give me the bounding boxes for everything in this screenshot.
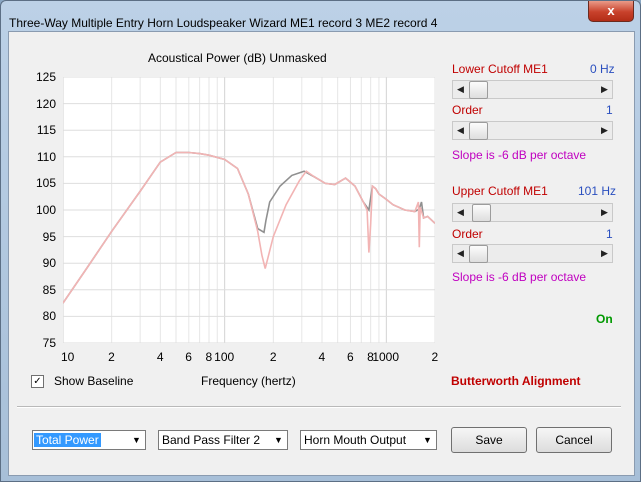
chevron-down-icon[interactable]: ▼	[420, 432, 435, 448]
lower-cutoff-slider[interactable]: ◀ ▶	[452, 80, 613, 99]
lower-cutoff-value: 0 Hz	[590, 62, 615, 76]
save-button[interactable]: Save	[451, 427, 527, 453]
scroll-right-icon[interactable]: ▶	[597, 122, 612, 139]
scroll-left-icon[interactable]: ◀	[453, 245, 468, 262]
alignment-label: Butterworth Alignment	[451, 374, 581, 388]
scroll-left-icon[interactable]: ◀	[453, 81, 468, 98]
x-tick-label: 8	[205, 350, 213, 364]
show-baseline-checkbox[interactable]: ✓	[31, 375, 44, 388]
y-tick-label: 95	[42, 229, 56, 244]
filter-select[interactable]: Band Pass Filter 2 ▼	[158, 430, 288, 450]
slider-thumb[interactable]	[469, 81, 488, 99]
y-tick-label: 105	[35, 176, 56, 191]
x-tick-label: 6	[185, 350, 192, 364]
power-select[interactable]: Total Power ▼	[32, 430, 146, 450]
status-on: On	[596, 312, 613, 326]
x-tick-label: 2	[108, 350, 115, 364]
title-bar[interactable]: Three-Way Multiple Entry Horn Loudspeake…	[1, 1, 640, 31]
y-tick-label: 120	[35, 96, 56, 111]
slider-thumb[interactable]	[469, 245, 488, 263]
upper-order-value: 1	[606, 227, 613, 241]
x-tick-label: 10	[61, 350, 75, 364]
chart-title: Acoustical Power (dB) Unmasked	[148, 51, 327, 65]
power-select-value: Total Power	[34, 433, 101, 447]
y-tick-label: 100	[35, 203, 56, 217]
y-tick-label: 75	[42, 336, 56, 350]
close-icon: x	[607, 3, 615, 18]
scroll-right-icon[interactable]: ▶	[597, 81, 612, 98]
cancel-button[interactable]: Cancel	[536, 427, 612, 453]
chevron-down-icon[interactable]: ▼	[129, 432, 144, 448]
y-tick-label: 110	[36, 149, 56, 164]
slider-thumb[interactable]	[472, 204, 491, 222]
divider	[17, 406, 621, 408]
upper-cutoff-slider[interactable]: ◀ ▶	[452, 203, 613, 222]
x-tick-label: 2	[269, 350, 277, 364]
lower-cutoff-label: Lower Cutoff ME1	[452, 62, 548, 76]
y-tick-label: 90	[42, 256, 56, 271]
scroll-left-icon[interactable]: ◀	[453, 122, 468, 139]
window-title: Three-Way Multiple Entry Horn Loudspeake…	[9, 16, 438, 30]
y-tick-label: 80	[42, 309, 56, 324]
upper-order-slider[interactable]: ◀ ▶	[452, 244, 613, 263]
upper-slope-text: Slope is -6 dB per octave	[452, 270, 587, 284]
lower-slope-text: Slope is -6 dB per octave	[452, 148, 587, 162]
lower-order-value: 1	[606, 103, 613, 117]
scroll-right-icon[interactable]: ▶	[597, 204, 612, 221]
response-plot	[63, 77, 435, 343]
lower-order-slider[interactable]: ◀ ▶	[452, 121, 613, 140]
x-tick-label: 2	[431, 350, 439, 364]
save-button-label: Save	[475, 433, 503, 447]
x-tick-label: 4	[156, 350, 164, 364]
filter-select-value: Band Pass Filter 2	[162, 433, 261, 447]
show-baseline-label[interactable]: Show Baseline	[54, 374, 133, 388]
output-select[interactable]: Horn Mouth Output ▼	[300, 430, 437, 450]
check-mark-icon: ✓	[33, 376, 42, 387]
upper-cutoff-value: 101 Hz	[578, 184, 617, 198]
x-tick-label: 1000	[372, 350, 400, 364]
x-tick-label: 6	[346, 350, 354, 364]
scroll-right-icon[interactable]: ▶	[597, 245, 612, 262]
lower-order-label: Order	[452, 103, 483, 117]
y-tick-label: 85	[42, 282, 56, 297]
cancel-button-label: Cancel	[555, 433, 593, 447]
slider-thumb[interactable]	[469, 122, 488, 140]
upper-cutoff-label: Upper Cutoff ME1	[452, 184, 548, 198]
scroll-left-icon[interactable]: ◀	[453, 204, 468, 221]
upper-order-label: Order	[452, 227, 483, 241]
y-tick-label: 115	[36, 123, 56, 138]
y-tick-label: 125	[35, 70, 56, 84]
x-axis-label: Frequency (hertz)	[201, 374, 296, 388]
close-button[interactable]: x	[588, 1, 634, 22]
chevron-down-icon[interactable]: ▼	[271, 432, 286, 448]
x-tick-label: 4	[318, 350, 326, 364]
x-tick-label: 100	[214, 350, 235, 364]
output-select-value: Horn Mouth Output	[304, 433, 407, 447]
